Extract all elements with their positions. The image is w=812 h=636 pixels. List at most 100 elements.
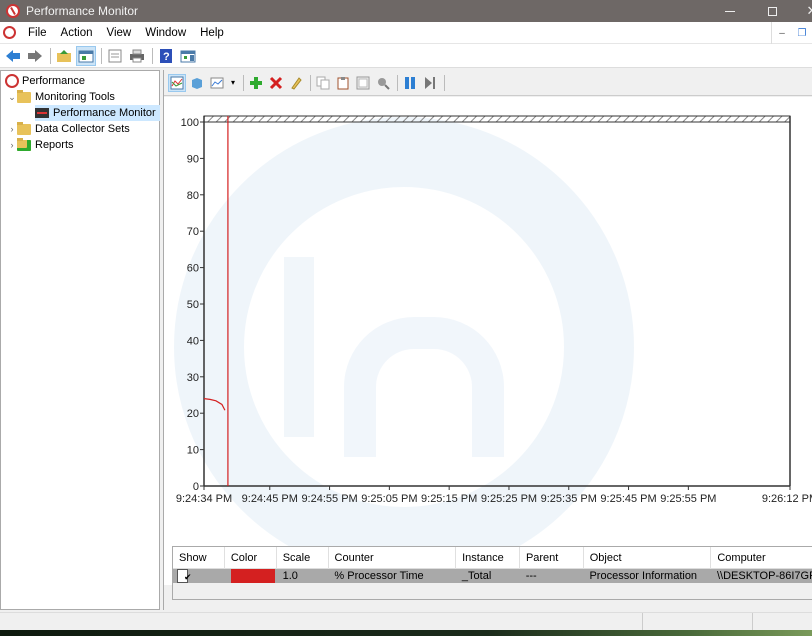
view-log-data-button[interactable] [188,74,206,92]
column-header-scale[interactable]: Scale [277,546,329,569]
chevron-right-icon[interactable]: › [7,124,17,134]
back-button[interactable] [3,46,23,66]
forward-icon [28,49,42,62]
toolbar-separator [444,74,445,91]
toolbar-separator [243,74,244,91]
menu-help[interactable]: Help [194,27,232,39]
performance-icon [5,74,19,88]
highlight-icon [291,76,302,90]
system-menu-icon[interactable] [3,26,16,39]
close-button[interactable]: ✕ [792,0,812,22]
copy-icon [316,76,330,89]
column-header-counter[interactable]: Counter [329,546,457,569]
chevron-right-icon[interactable]: › [7,140,17,150]
tree-item-performance[interactable]: Performance [5,73,85,89]
properties-button[interactable] [105,46,125,66]
status-pane [752,613,812,631]
up-folder-icon [57,49,71,62]
tree-item-label: Performance [22,75,85,87]
console-tree-icon [78,50,94,62]
graph-type-dropdown[interactable]: ▾ [228,74,238,92]
toolbar-separator [101,47,102,64]
y-tick-label: 50 [187,299,199,311]
help-icon: ? [160,48,172,63]
title-bar: Performance Monitor ✕ [0,0,812,22]
menu-window[interactable]: Window [139,27,194,39]
column-header-computer[interactable]: Computer [711,547,812,569]
step-forward-icon [425,76,435,89]
tree-item-label: Performance Monitor [53,107,156,119]
menu-action[interactable]: Action [55,27,101,39]
mdi-restore-button[interactable]: ❐ [792,22,812,44]
minimize-button[interactable] [710,0,750,22]
delete-counter-button[interactable] [267,74,285,92]
chevron-down-icon[interactable]: ⌄ [7,92,17,103]
y-tick-label: 20 [187,408,199,420]
highlight-button[interactable] [287,74,305,92]
properties-icon [356,76,370,89]
status-bar [0,612,812,631]
show-checkbox[interactable]: ✔ [177,569,192,583]
toolbar-separator [397,74,398,91]
print-button[interactable] [127,46,147,66]
tree-item-monitoring-tools[interactable]: ⌄ Monitoring Tools [7,89,115,105]
y-tick-label: 80 [187,190,199,202]
show-cell: ✔ [173,569,225,583]
add-icon [250,76,262,89]
y-tick-label: 0 [193,481,199,493]
tree-item-performance-monitor[interactable]: Performance Monitor [35,105,160,121]
color-cell [225,569,277,583]
column-header-object[interactable]: Object [584,546,712,569]
window-title: Performance Monitor [26,4,139,18]
series-line-processor-time [203,398,226,411]
graph-toolbar: ▾ [164,70,812,96]
back-icon [6,49,20,62]
column-header-show[interactable]: Show [173,546,225,569]
computer-cell: \\DESKTOP-86I7GFG [716,570,812,582]
performance-monitor-icon [35,108,49,118]
menu-file[interactable]: File [22,27,55,39]
help-button[interactable]: ? [156,46,176,66]
paste-counter-list-button[interactable] [334,74,352,92]
performance-monitor-pane: ▾ 0 10 20 30 40 50 60 70 80 90 100 9:24:… [163,70,812,610]
menu-view[interactable]: View [101,27,140,39]
graph-area: 0 10 20 30 40 50 60 70 80 90 100 9:24:34 PM 9:24:45 … [164,97,812,585]
table-row[interactable]: ✔ 1.0 % Processor Time _Total --- Proces… [173,569,812,583]
data-collector-folder-icon [17,121,31,135]
change-graph-type-icon [210,77,224,88]
x-tick-label: 9:25:25 PM [481,493,537,505]
show-hide-console-tree-button[interactable] [76,45,96,66]
minimize-icon [725,10,735,12]
zoom-button[interactable] [374,74,392,92]
tree-item-reports[interactable]: › Reports [7,137,74,153]
desktop-background [0,630,812,636]
column-header-parent[interactable]: Parent [520,546,584,569]
y-tick-label: 30 [187,372,199,384]
tree-item-label: Data Collector Sets [35,123,130,135]
x-tick-label: 9:24:55 PM [301,493,357,505]
tree-item-data-collector-sets[interactable]: › Data Collector Sets [7,121,130,137]
freeze-display-button[interactable] [401,74,419,92]
up-folder-button[interactable] [54,46,74,66]
menu-bar: File Action View Window Help – ❐ [0,22,812,44]
column-header-instance[interactable]: Instance [456,546,520,569]
copy-properties-button[interactable] [314,74,332,92]
counter-cell: % Processor Time [334,570,424,582]
y-tick-label: 90 [187,153,199,165]
instance-cell: _Total [461,570,492,582]
line-chart[interactable]: 0 10 20 30 40 50 60 70 80 90 100 9:24:34 PM 9:24:45 … [164,97,812,517]
add-counter-button[interactable] [247,74,265,92]
show-action-pane-button[interactable] [178,46,198,66]
mdi-minimize-button[interactable]: – [772,22,792,44]
view-log-data-icon [192,77,202,89]
pause-icon [405,76,415,89]
counter-legend-table: Show Color Scale Counter Instance Parent… [172,546,812,600]
update-data-button[interactable] [421,74,439,92]
maximize-button[interactable] [752,0,792,22]
mdi-controls: – ❐ [771,22,812,44]
view-current-activity-button[interactable] [168,73,186,92]
change-graph-type-button[interactable] [208,74,226,92]
forward-button[interactable] [25,46,45,66]
column-header-color[interactable]: Color [225,546,277,569]
properties-button[interactable] [354,74,372,92]
